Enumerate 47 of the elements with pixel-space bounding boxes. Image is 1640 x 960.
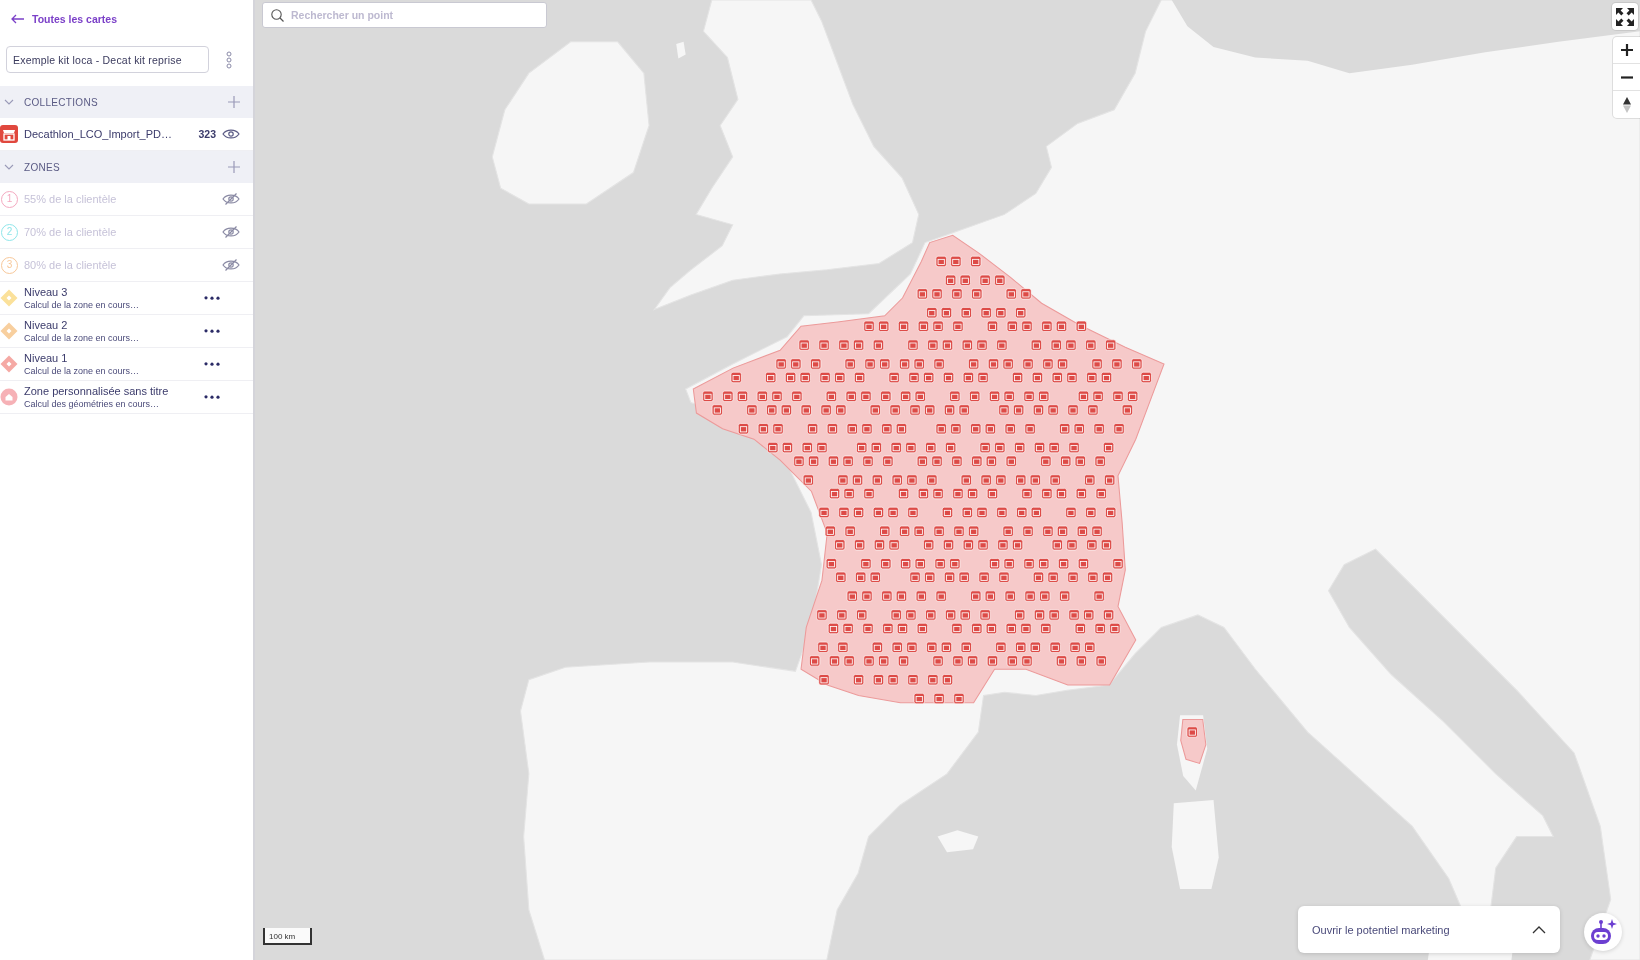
- search-input[interactable]: Rechercher un point: [291, 6, 538, 24]
- more-icon[interactable]: [204, 329, 220, 333]
- section-header[interactable]: COLLECTIONS: [0, 86, 253, 118]
- assistant-button[interactable]: [1584, 913, 1622, 951]
- eye-off-icon[interactable]: [222, 226, 240, 238]
- zone-status: Calcul de la zone en cours…: [24, 333, 140, 343]
- plus-icon[interactable]: [228, 96, 240, 108]
- kebab-menu-icon[interactable]: [226, 50, 232, 69]
- eye-icon[interactable]: [222, 128, 240, 140]
- arrow-left-icon: [11, 14, 25, 24]
- marketing-panel-button[interactable]: Ouvrir le potentiel marketing: [1298, 906, 1560, 953]
- fullscreen-button[interactable]: [1612, 3, 1638, 30]
- more-icon[interactable]: [204, 296, 220, 300]
- store-marker-layer[interactable]: [702, 255, 1198, 738]
- plus-icon[interactable]: [228, 161, 240, 173]
- section-title: COLLECTIONS: [24, 96, 98, 108]
- compass-icon: [1622, 96, 1631, 113]
- minus-icon: [1620, 75, 1633, 79]
- zone-status: Calcul de la zone en cours…: [24, 300, 140, 310]
- map-title-field[interactable]: Exemple kit loca - Decat kit reprise: [6, 46, 209, 73]
- scale-bar: 100 km: [263, 928, 312, 945]
- chevron-down-icon[interactable]: [4, 164, 14, 170]
- item-count: 323: [198, 128, 216, 140]
- zone-status: Calcul des géométries en cours…: [24, 399, 161, 409]
- zone-name[interactable]: Niveau 1: [24, 352, 140, 364]
- eye-off-icon[interactable]: [222, 193, 240, 205]
- zone-name[interactable]: Niveau 2: [24, 319, 140, 331]
- search-bar[interactable]: Rechercher un point: [262, 2, 547, 28]
- search-icon: [271, 8, 284, 22]
- plus-icon: [1620, 44, 1633, 56]
- back-link[interactable]: Toutes les cartes: [11, 12, 117, 26]
- map-drawing[interactable]: Rechercher un point 100 km Ouvrir le potentiel marketing: [255, 0, 1640, 960]
- collection-name[interactable]: Decathlon_LCO_Import_PD…: [24, 128, 172, 140]
- zone-number-badge: 3: [1, 256, 18, 274]
- zone-name[interactable]: Niveau 3: [24, 286, 140, 298]
- more-icon[interactable]: [204, 362, 220, 366]
- section-title: ZONES: [24, 161, 60, 173]
- eye-off-icon[interactable]: [222, 259, 240, 271]
- zone-status: Calcul de la zone en cours…: [24, 366, 140, 376]
- more-icon[interactable]: [204, 395, 220, 399]
- section-header[interactable]: ZONES: [0, 151, 253, 183]
- zone-name[interactable]: Zone personnalisée sans titre: [24, 385, 169, 397]
- chevron-down-icon[interactable]: [4, 99, 14, 105]
- zone-number-badge: 2: [1, 223, 18, 241]
- zone-number-badge: 1: [1, 190, 18, 208]
- fullscreen-icon: [1615, 6, 1635, 27]
- robot-icon: [1589, 918, 1617, 946]
